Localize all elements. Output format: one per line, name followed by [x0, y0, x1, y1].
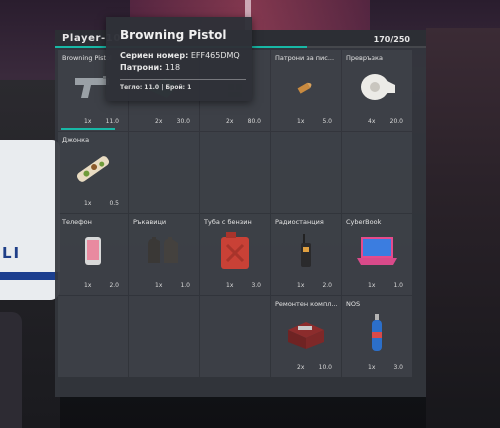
slot-weight: 11.0 — [105, 118, 119, 125]
slot-count: 1x — [297, 118, 305, 125]
tooltip-divider — [120, 79, 246, 80]
background-building — [426, 28, 500, 428]
inventory-slot-empty[interactable] — [58, 296, 128, 377]
slot-count: 2x — [155, 118, 163, 125]
durability-bar — [61, 128, 115, 130]
slot-count: 1x — [226, 282, 234, 289]
inventory-slot[interactable]: Патрони за пис... 1x 5.0 — [271, 50, 341, 131]
slot-weight: 3.0 — [393, 364, 403, 371]
phone-icon — [84, 236, 102, 270]
slot-label: Ремонтен компл... — [275, 300, 338, 308]
background-character — [0, 312, 22, 428]
joint-icon — [71, 149, 115, 193]
slot-label: Ръкавици — [133, 218, 167, 226]
slot-count: 4x — [368, 118, 376, 125]
slot-weight: 1.0 — [393, 282, 403, 289]
slot-count: 1x — [155, 282, 163, 289]
inventory-slot-empty[interactable] — [200, 132, 270, 213]
background-car-lettering: LI — [2, 244, 22, 262]
slot-weight: 2.0 — [109, 282, 119, 289]
tooltip-ammo-label: Патрони: — [120, 63, 163, 72]
inventory-slot[interactable]: Превръзка 4x 20.0 — [342, 50, 412, 131]
inventory-weight-text: 170/250 — [373, 35, 410, 44]
radio-icon — [300, 233, 312, 272]
slot-label: Джонка — [62, 136, 90, 144]
inventory-slot[interactable]: Ремонтен компл... 2x 10.0 — [271, 296, 341, 377]
slot-label: NOS — [346, 300, 361, 308]
background-car-stripe — [0, 272, 60, 280]
slot-label: Превръзка — [346, 54, 383, 62]
inventory-slot-empty[interactable] — [342, 132, 412, 213]
inventory-slot-empty[interactable] — [271, 132, 341, 213]
slot-weight: 2.0 — [322, 282, 332, 289]
slot-count: 1x — [84, 282, 92, 289]
slot-weight: 5.0 — [322, 118, 332, 125]
slot-weight: 20.0 — [389, 118, 403, 125]
gloves-icon — [144, 233, 184, 273]
slot-count: 1x — [84, 200, 92, 207]
slot-count: 2x — [297, 364, 305, 371]
slot-count: 1x — [368, 364, 376, 371]
inventory-slot[interactable]: Ръкавици 1x 1.0 — [129, 214, 199, 295]
slot-weight: 3.0 — [251, 282, 261, 289]
slot-weight: 1.0 — [180, 282, 190, 289]
slot-label: Туба с бензин — [204, 218, 252, 226]
slot-label: Телефон — [62, 218, 92, 226]
slot-weight: 10.0 — [318, 364, 332, 371]
bullet-icon — [295, 79, 317, 99]
tooltip-ammo: Патрони: 118 — [120, 63, 180, 72]
inventory-slot[interactable]: Телефон 1x 2.0 — [58, 214, 128, 295]
slot-weight: 80.0 — [247, 118, 261, 125]
slot-count: 1x — [297, 282, 305, 289]
slot-count: 1x — [84, 118, 92, 125]
slot-label: Радиостанция — [275, 218, 324, 226]
inventory-slot-empty[interactable] — [129, 296, 199, 377]
bandage-icon — [357, 71, 397, 107]
slot-weight: 30.0 — [176, 118, 190, 125]
inventory-slot-empty[interactable] — [200, 296, 270, 377]
tooltip-ammo-value: 118 — [164, 63, 181, 72]
slot-count: 2x — [226, 118, 234, 125]
inventory-slot[interactable]: Туба с бензин 1x 3.0 — [200, 214, 270, 295]
slot-weight: 0.5 — [109, 200, 119, 207]
nos-bottle-icon — [370, 313, 384, 356]
tooltip-serial-value: EFF465DMQ — [190, 51, 240, 60]
slot-label: CyberBook — [346, 218, 382, 226]
tooltip-footer: Тегло: 11.0 | Брой: 1 — [120, 84, 192, 91]
inventory-slot[interactable]: CyberBook 1x 1.0 — [342, 214, 412, 295]
inventory-slot-empty[interactable] — [129, 132, 199, 213]
slot-count: 1x — [368, 282, 376, 289]
jerrycan-icon — [218, 231, 252, 275]
inventory-slot[interactable]: NOS 1x 3.0 — [342, 296, 412, 377]
repair-kit-icon — [286, 316, 326, 354]
item-tooltip: Browning Pistol Сериен номер: EFF465DMQ … — [106, 17, 252, 101]
tooltip-title: Browning Pistol — [120, 28, 227, 42]
inventory-slot[interactable]: Радиостанция 1x 2.0 — [271, 214, 341, 295]
tooltip-serial: Сериен номер: EFF465DMQ — [120, 51, 240, 60]
tooltip-serial-label: Сериен номер: — [120, 51, 189, 60]
slot-label: Патрони за пис... — [275, 54, 335, 62]
inventory-slot[interactable]: Джонка 1x 0.5 — [58, 132, 128, 213]
laptop-icon — [355, 235, 399, 271]
